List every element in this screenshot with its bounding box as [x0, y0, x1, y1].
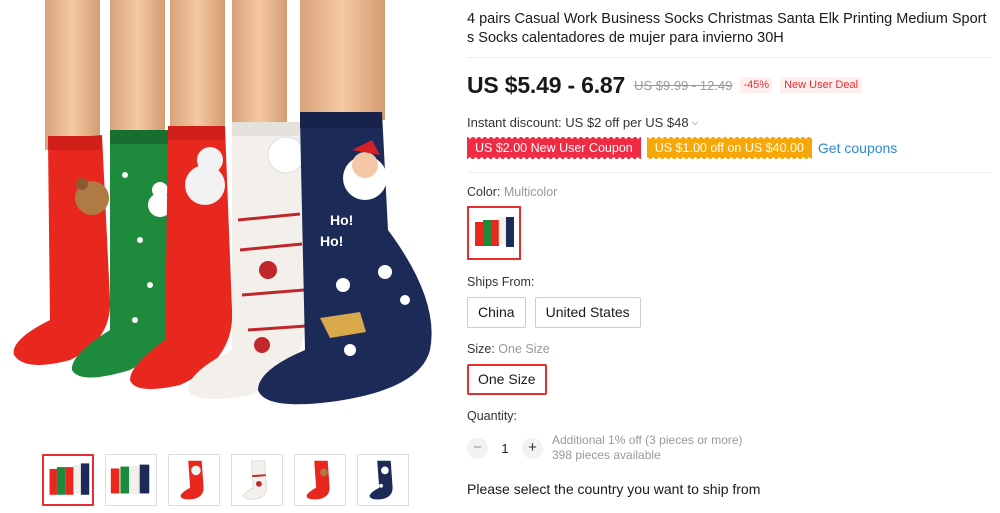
- ship-option-china[interactable]: China: [467, 297, 526, 328]
- size-option-one-size[interactable]: One Size: [467, 364, 547, 395]
- socks-photo: Ho! Ho!: [13, 0, 432, 405]
- ships-from-label: Ships From:: [467, 275, 535, 289]
- quantity-input[interactable]: 1: [488, 441, 522, 456]
- size-value: One Size: [498, 342, 550, 356]
- shipping-message: Please select the country you want to sh…: [467, 481, 761, 497]
- quantity-label: Quantity:: [467, 409, 518, 423]
- current-price: US $5.49 - 6.87: [467, 71, 626, 98]
- color-value: Multicolor: [503, 185, 558, 199]
- svg-text:Ho!: Ho!: [320, 233, 343, 249]
- bulk-discount-note: Additional 1% off (3 pieces or more): [552, 433, 743, 447]
- thumbnail-4[interactable]: [231, 454, 283, 506]
- quantity-note: Additional 1% off (3 pieces or more) 398…: [552, 433, 743, 463]
- svg-text:Ho!: Ho!: [330, 212, 353, 228]
- minus-icon[interactable]: −: [467, 437, 488, 459]
- new-user-deal-badge: New User Deal: [780, 77, 863, 93]
- ships-from-options: China United States: [467, 297, 992, 328]
- instant-discount[interactable]: Instant discount: US $2 off per US $48 ⌵: [467, 115, 992, 130]
- new-user-coupon[interactable]: US $2.00 New User Coupon: [467, 137, 641, 159]
- original-price: US $9.99 - 12.49: [634, 77, 733, 93]
- size-label: Size: One Size: [467, 342, 550, 356]
- stock-note: 398 pieces available: [552, 448, 661, 462]
- chevron-down-icon: ⌵: [691, 117, 699, 127]
- plus-icon[interactable]: +: [522, 437, 543, 459]
- product-info-panel: 4 pairs Casual Work Business Socks Chris…: [467, 10, 992, 497]
- main-product-image[interactable]: Ho! Ho!: [0, 0, 450, 445]
- color-swatch-multicolor[interactable]: [467, 206, 521, 260]
- color-label: Color: Multicolor: [467, 185, 558, 199]
- thumbnail-2[interactable]: [105, 454, 157, 506]
- product-title: 4 pairs Casual Work Business Socks Chris…: [467, 11, 987, 46]
- thumbnail-1[interactable]: [42, 454, 94, 506]
- size-options: One Size: [467, 364, 992, 395]
- instant-discount-text: Instant discount: US $2 off per US $48: [467, 115, 689, 130]
- coupon-row: US $2.00 New User Coupon US $1.00 off on…: [467, 137, 992, 159]
- thumbnail-6[interactable]: [357, 454, 409, 506]
- thumbnail-strip: [42, 454, 409, 506]
- divider: [467, 172, 992, 173]
- divider: [467, 57, 992, 58]
- price-row: US $5.49 - 6.87 US $9.99 - 12.49 -45% Ne…: [467, 72, 992, 98]
- quantity-stepper: − 1 + Additional 1% off (3 pieces or mor…: [467, 433, 992, 463]
- store-coupon[interactable]: US $1.00 off on US $40.00: [646, 137, 813, 159]
- thumbnail-5[interactable]: [294, 454, 346, 506]
- thumbnail-3[interactable]: [168, 454, 220, 506]
- discount-badge: -45%: [740, 77, 773, 93]
- get-coupons-link[interactable]: Get coupons: [818, 140, 897, 156]
- ship-option-united-states[interactable]: United States: [534, 297, 641, 328]
